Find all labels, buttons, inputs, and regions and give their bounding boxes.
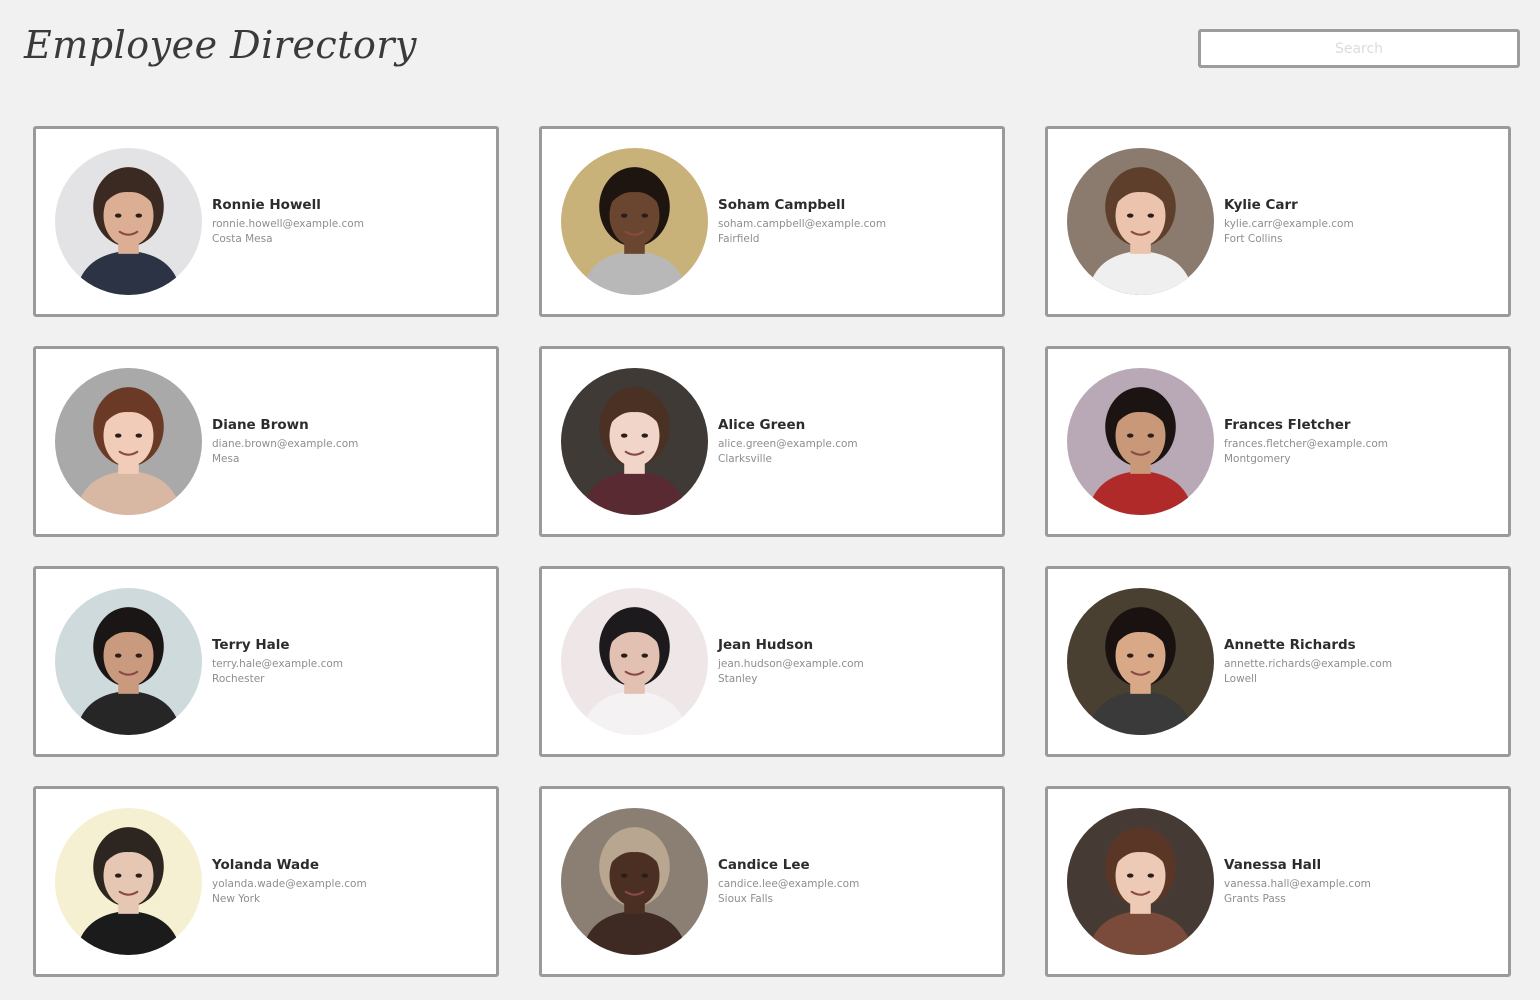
search-input[interactable] (1198, 29, 1520, 68)
employee-name: Kylie Carr (1224, 196, 1298, 213)
employee-card[interactable]: Alice Green alice.green@example.com Clar… (539, 346, 1005, 537)
portrait-image (1067, 588, 1214, 735)
employee-info: Kylie Carr kylie.carr@example.com Fort C… (1224, 197, 1354, 247)
employee-info: Annette Richards annette.richards@exampl… (1224, 637, 1392, 687)
employee-card[interactable]: Candice Lee candice.lee@example.com Siou… (539, 786, 1005, 977)
employee-city: Lowell (1224, 672, 1257, 685)
employee-city: Rochester (212, 672, 265, 685)
employee-info: Ronnie Howell ronnie.howell@example.com … (212, 197, 364, 247)
portrait-image (55, 368, 202, 515)
employee-avatar (55, 588, 202, 735)
employee-avatar (561, 368, 708, 515)
employee-name: Ronnie Howell (212, 196, 321, 213)
portrait-image (55, 808, 202, 955)
employee-email: ronnie.howell@example.com (212, 217, 364, 230)
portrait-image (55, 588, 202, 735)
employee-card[interactable]: Kylie Carr kylie.carr@example.com Fort C… (1045, 126, 1511, 317)
employee-avatar (561, 808, 708, 955)
employee-email: jean.hudson@example.com (718, 657, 864, 670)
employee-avatar (1067, 148, 1214, 295)
employee-avatar (55, 808, 202, 955)
employee-city: New York (212, 892, 261, 905)
employee-info: Terry Hale terry.hale@example.com Roches… (212, 637, 343, 687)
employee-email: vanessa.hall@example.com (1224, 877, 1371, 890)
employee-email: soham.campbell@example.com (718, 217, 887, 230)
employee-city: Mesa (212, 452, 240, 465)
employee-avatar (1067, 588, 1214, 735)
portrait-image (1067, 368, 1214, 515)
employee-name: Candice Lee (718, 856, 810, 873)
employee-avatar (55, 368, 202, 515)
portrait-image (561, 368, 708, 515)
employee-info: Diane Brown diane.brown@example.com Mesa (212, 417, 358, 467)
employee-info: Jean Hudson jean.hudson@example.com Stan… (718, 637, 864, 687)
employee-name: Vanessa Hall (1224, 856, 1322, 873)
employee-city: Clarksville (718, 452, 772, 465)
employee-card[interactable]: Vanessa Hall vanessa.hall@example.com Gr… (1045, 786, 1511, 977)
employee-name: Alice Green (718, 416, 806, 433)
portrait-image (561, 148, 708, 295)
employee-email: kylie.carr@example.com (1224, 217, 1354, 230)
employee-name: Yolanda Wade (212, 856, 319, 873)
employee-name: Frances Fletcher (1224, 416, 1351, 433)
employee-card[interactable]: Soham Campbell soham.campbell@example.co… (539, 126, 1005, 317)
page-title: Employee Directory (24, 23, 417, 67)
employee-card[interactable]: Terry Hale terry.hale@example.com Roches… (33, 566, 499, 757)
employee-info: Frances Fletcher frances.fletcher@exampl… (1224, 417, 1388, 467)
employee-avatar (561, 148, 708, 295)
employee-city: Sioux Falls (718, 892, 774, 905)
portrait-image (561, 588, 708, 735)
employee-avatar (1067, 368, 1214, 515)
employee-email: diane.brown@example.com (212, 437, 359, 450)
portrait-image (561, 808, 708, 955)
employee-city: Stanley (718, 672, 758, 685)
employee-card[interactable]: Ronnie Howell ronnie.howell@example.com … (33, 126, 499, 317)
employee-info: Alice Green alice.green@example.com Clar… (718, 417, 858, 467)
employee-name: Diane Brown (212, 416, 309, 433)
employee-info: Soham Campbell soham.campbell@example.co… (718, 197, 886, 247)
employee-email: terry.hale@example.com (212, 657, 344, 670)
employee-avatar (55, 148, 202, 295)
employee-city: Fairfield (718, 232, 760, 245)
employee-avatar (1067, 808, 1214, 955)
employee-email: alice.green@example.com (718, 437, 858, 450)
employee-name: Annette Richards (1224, 636, 1356, 653)
employee-email: candice.lee@example.com (718, 877, 860, 890)
employee-name: Soham Campbell (718, 196, 846, 213)
employee-card[interactable]: Yolanda Wade yolanda.wade@example.com Ne… (33, 786, 499, 977)
portrait-image (55, 148, 202, 295)
employee-avatar (561, 588, 708, 735)
employee-grid: Ronnie Howell ronnie.howell@example.com … (33, 126, 1512, 977)
employee-email: yolanda.wade@example.com (212, 877, 367, 890)
employee-city: Montgomery (1224, 452, 1291, 465)
employee-info: Yolanda Wade yolanda.wade@example.com Ne… (212, 857, 367, 907)
employee-city: Costa Mesa (212, 232, 273, 245)
employee-name: Jean Hudson (718, 636, 814, 653)
employee-card[interactable]: Frances Fletcher frances.fletcher@exampl… (1045, 346, 1511, 537)
employee-card[interactable]: Annette Richards annette.richards@exampl… (1045, 566, 1511, 757)
employee-info: Candice Lee candice.lee@example.com Siou… (718, 857, 859, 907)
employee-email: frances.fletcher@example.com (1224, 437, 1388, 450)
portrait-image (1067, 148, 1214, 295)
employee-card[interactable]: Diane Brown diane.brown@example.com Mesa (33, 346, 499, 537)
employee-name: Terry Hale (212, 636, 290, 653)
employee-info: Vanessa Hall vanessa.hall@example.com Gr… (1224, 857, 1371, 907)
portrait-image (1067, 808, 1214, 955)
employee-email: annette.richards@example.com (1224, 657, 1393, 670)
employee-card[interactable]: Jean Hudson jean.hudson@example.com Stan… (539, 566, 1005, 757)
employee-city: Fort Collins (1224, 232, 1283, 245)
employee-city: Grants Pass (1224, 892, 1286, 905)
